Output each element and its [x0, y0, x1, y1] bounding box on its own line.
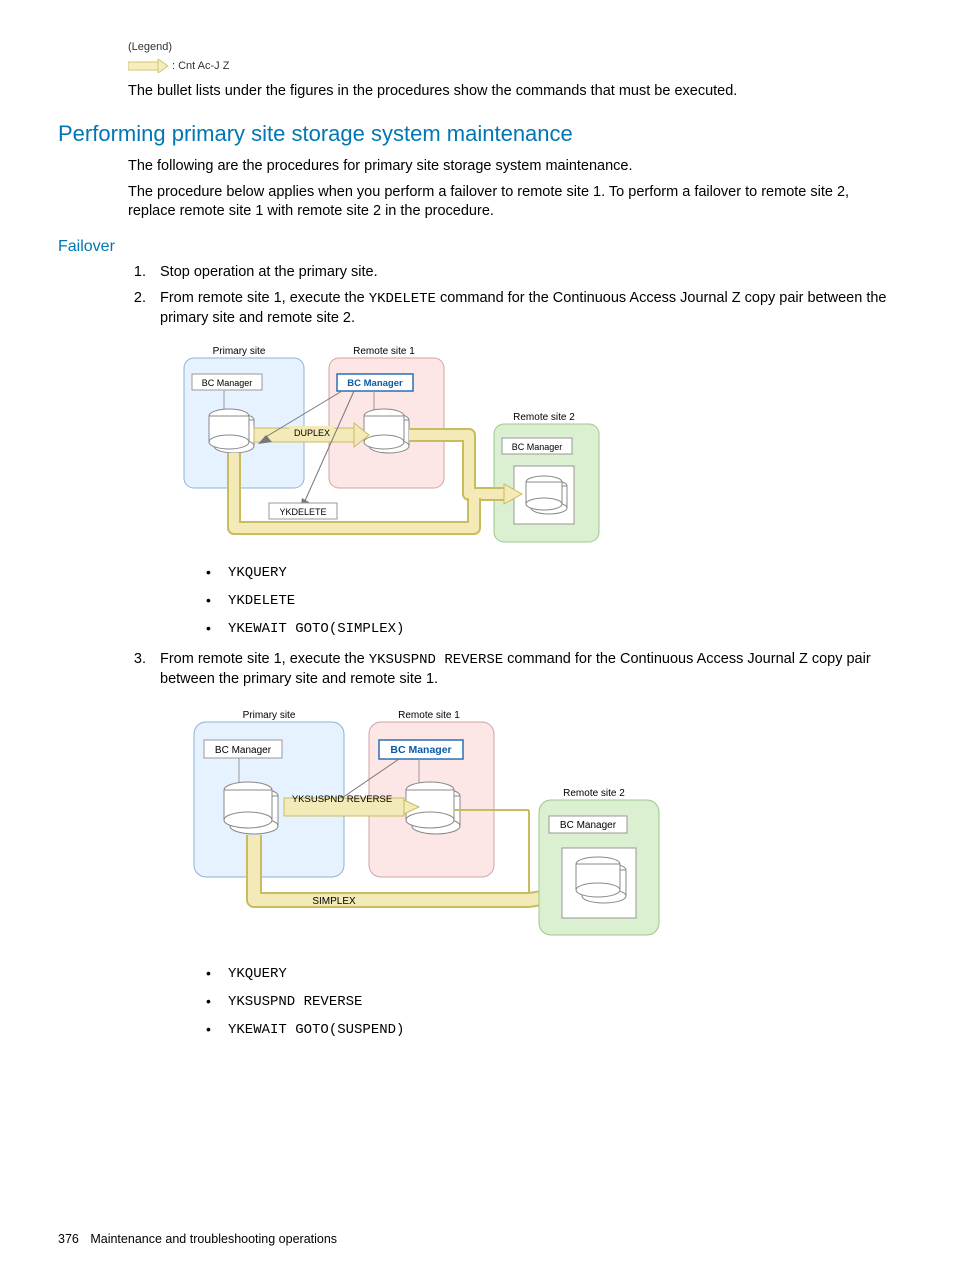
d2-simplex: SIMPLEX: [312, 896, 356, 907]
step-1: Stop operation at the primary site.: [150, 263, 896, 283]
step1-text: Stop operation at the primary site.: [160, 264, 378, 280]
cmd-text: YKSUSPND REVERSE: [228, 994, 362, 1010]
d1-bc1: BC Manager: [202, 378, 253, 388]
d2-remote1-label: Remote site 1: [398, 710, 460, 721]
d1-ykdelete: YKDELETE: [279, 507, 326, 517]
cmd-item: YKSUSPND REVERSE: [200, 992, 896, 1012]
step-2: From remote site 1, execute the YKDELETE…: [150, 289, 896, 639]
d2-bc3: BC Manager: [560, 820, 617, 831]
cmd-item: YKQUERY: [200, 964, 896, 984]
legend-item-text: : Cnt Ac-J Z: [172, 59, 229, 74]
cmd-text: YKQUERY: [228, 565, 287, 581]
d2-remote2-label: Remote site 2: [563, 788, 625, 799]
d2-yksuspnd: YKSUSPND REVERSE: [292, 794, 392, 805]
cylinder-icon: [576, 857, 626, 903]
heading-main: Performing primary site storage system m…: [58, 119, 896, 149]
page-number: 376: [58, 1232, 79, 1246]
cylinder-icon: [526, 476, 567, 514]
cmd-item: YKEWAIT GOTO(SUSPEND): [200, 1020, 896, 1040]
d2-primary-label: Primary site: [243, 710, 296, 721]
d2-bc1: BC Manager: [215, 745, 272, 756]
legend-title: (Legend): [128, 40, 896, 55]
cylinder-icon: [224, 782, 278, 834]
step2-a: From remote site 1, execute the: [160, 290, 369, 306]
heading-failover: Failover: [58, 236, 896, 258]
para2: The procedure below applies when you per…: [128, 183, 896, 222]
para1: The following are the procedures for pri…: [128, 157, 896, 177]
cylinder-icon: [209, 409, 254, 453]
d1-remote1-label: Remote site 1: [353, 346, 415, 357]
cmd-text: YKDELETE: [228, 593, 295, 609]
d1-duplex: DUPLEX: [294, 428, 330, 438]
cmd-text: YKQUERY: [228, 966, 287, 982]
d1-bc2: BC Manager: [347, 378, 403, 389]
d1-primary-label: Primary site: [213, 346, 266, 357]
cmd-item: YKQUERY: [200, 563, 896, 583]
cmd-text: YKEWAIT GOTO(SUSPEND): [228, 1022, 404, 1038]
footer-title: Maintenance and troubleshooting operatio…: [90, 1232, 337, 1246]
step-3: From remote site 1, execute the YKSUSPND…: [150, 650, 896, 1040]
step3-cmd: YKSUSPND REVERSE: [369, 652, 503, 668]
steps-list: Stop operation at the primary site. From…: [128, 263, 896, 1040]
cylinder-icon: [364, 409, 409, 453]
cmd-item: YKEWAIT GOTO(SIMPLEX): [200, 619, 896, 639]
cmds-list-2: YKQUERY YKSUSPND REVERSE YKEWAIT GOTO(SU…: [200, 964, 896, 1040]
d1-bc3: BC Manager: [512, 442, 563, 452]
diagram-2: Primary site BC Manager Remote site: [174, 700, 896, 957]
intro-text: The bullet lists under the figures in th…: [128, 82, 896, 102]
cmd-item: YKDELETE: [200, 591, 896, 611]
diagram-1: Primary site BC Manager: [174, 338, 896, 555]
cmds-list-1: YKQUERY YKDELETE YKEWAIT GOTO(SIMPLEX): [200, 563, 896, 639]
d1-remote2-label: Remote site 2: [513, 412, 575, 423]
legend-block: (Legend) : Cnt Ac-J Z: [128, 40, 896, 74]
step3-a: From remote site 1, execute the: [160, 651, 369, 667]
legend-arrow-icon: [128, 59, 168, 73]
page-footer: 376 Maintenance and troubleshooting oper…: [58, 1231, 337, 1248]
step2-cmd: YKDELETE: [369, 291, 436, 307]
d2-bc2: BC Manager: [390, 744, 451, 756]
cmd-text: YKEWAIT GOTO(SIMPLEX): [228, 621, 404, 637]
